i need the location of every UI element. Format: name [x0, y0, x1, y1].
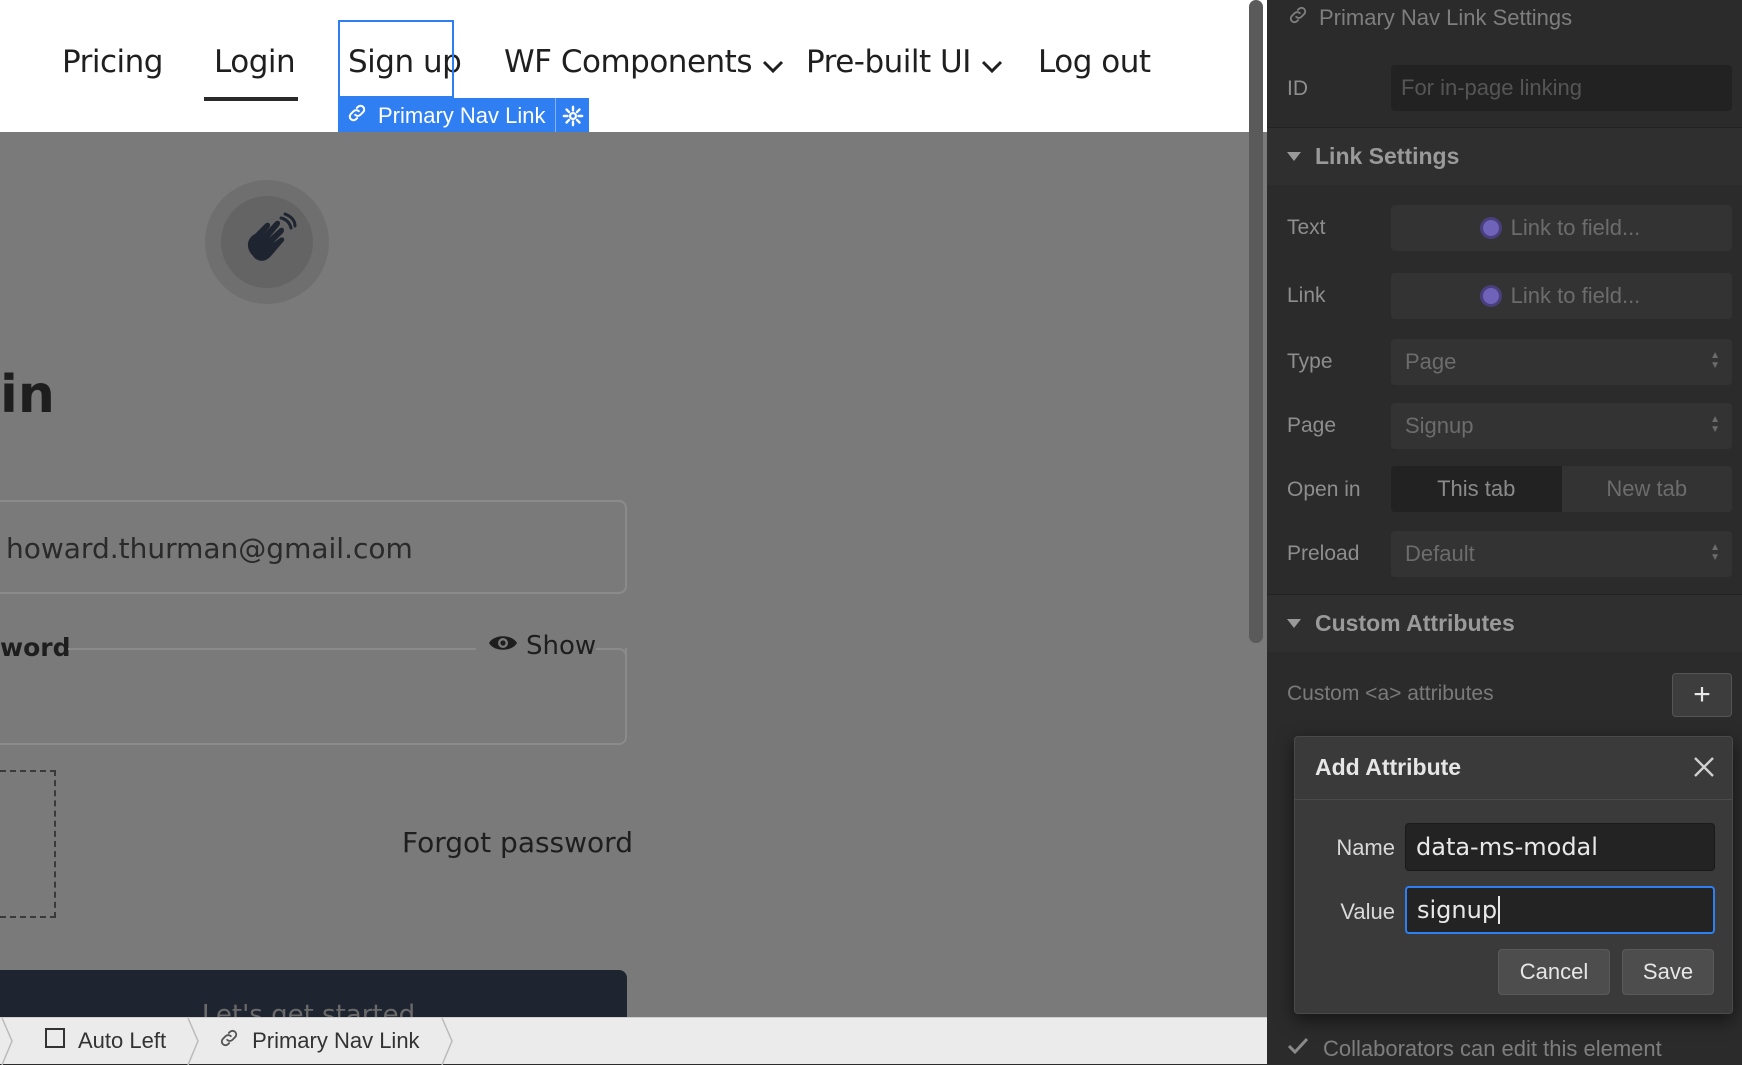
hand-wave-icon — [221, 196, 313, 288]
selection-tag-label-area[interactable]: Primary Nav Link — [338, 98, 555, 134]
breadcrumb-item-primary-nav-link[interactable]: Primary Nav Link — [200, 1018, 439, 1065]
selection-tag-label: Primary Nav Link — [378, 103, 546, 128]
breadcrumb-separator — [187, 1017, 199, 1065]
section-title: Custom Attributes — [1315, 610, 1515, 636]
type-select[interactable]: Page ▲ ▼ — [1391, 339, 1732, 385]
submit-button[interactable]: Let's get started — [0, 970, 627, 1017]
binding-dot-icon — [1482, 220, 1499, 236]
link-icon — [218, 1027, 240, 1055]
custom-attributes-label: Custom <a> attributes — [1287, 682, 1494, 705]
forgot-password-link[interactable]: Forgot password — [402, 826, 633, 859]
checkbox-icon — [44, 1027, 66, 1055]
link-to-field-label: Link to field... — [1510, 283, 1641, 308]
value-label: Value — [1340, 899, 1395, 924]
select-arrows-icon: ▲ ▼ — [1710, 542, 1720, 563]
nav-link-login[interactable]: Login — [214, 44, 296, 80]
open-in-new-tab[interactable]: New tab — [1561, 466, 1732, 512]
type-select-value: Page — [1405, 349, 1457, 374]
breadcrumb-label: Primary Nav Link — [252, 1028, 420, 1053]
id-label: ID — [1287, 77, 1308, 100]
breadcrumb-label: Auto Left — [78, 1028, 167, 1053]
nav-dropdown-label: WF Components — [504, 44, 752, 80]
attribute-value-text: signup — [1417, 896, 1498, 924]
open-in-label: Open in — [1287, 478, 1361, 501]
nav-link-pricing[interactable]: Pricing — [62, 44, 164, 80]
add-attribute-dialog: Add Attribute Name data-ms-modal Value s… — [1294, 736, 1733, 1014]
site-navbar: Pricing Login Sign up WF Components Pre-… — [0, 0, 1267, 134]
add-attribute-button[interactable]: + — [1672, 673, 1732, 717]
element-selection-tag[interactable]: Primary Nav Link — [338, 98, 590, 134]
select-arrows-icon: ▲ ▼ — [1710, 414, 1720, 435]
custom-attributes-section-header[interactable]: Custom Attributes — [1267, 594, 1742, 652]
plus-icon: + — [1693, 678, 1711, 711]
breadcrumb-separator — [440, 1017, 453, 1065]
text-label: Text — [1287, 216, 1326, 239]
chevron-down-icon — [981, 46, 1003, 82]
nav-dropdown-label: Pre-built UI — [806, 44, 971, 80]
nav-dropdown-wf-components[interactable]: WF Components — [504, 44, 784, 82]
canvas-scrollbar[interactable] — [1249, 0, 1263, 643]
nav-link-logout[interactable]: Log out — [1038, 44, 1151, 80]
password-field[interactable] — [0, 648, 627, 745]
dialog-divider — [1295, 799, 1732, 800]
link-label: Link — [1287, 284, 1326, 307]
link-to-field-label: Link to field... — [1510, 215, 1641, 240]
collapse-triangle-icon — [1287, 619, 1301, 628]
collaborators-label: Collaborators can edit this element — [1323, 1036, 1662, 1061]
breadcrumb: Auto Left Primary Nav Link — [0, 1017, 1267, 1065]
link-link-to-field-button[interactable]: Link to field... — [1391, 273, 1732, 319]
panel-title: Primary Nav Link Settings — [1319, 5, 1573, 30]
page-select[interactable]: Signup ▲ ▼ — [1391, 403, 1732, 449]
designer-canvas[interactable]: Pricing Login Sign up WF Components Pre-… — [0, 0, 1267, 1017]
link-icon — [1287, 4, 1309, 32]
attribute-value-input[interactable]: signup — [1405, 886, 1715, 934]
type-label: Type — [1287, 350, 1333, 373]
attribute-name-input[interactable]: data-ms-modal — [1405, 823, 1715, 871]
open-in-toggle: This tab New tab — [1391, 466, 1732, 512]
gear-icon[interactable] — [555, 98, 589, 134]
select-arrows-icon: ▲ ▼ — [1710, 350, 1720, 371]
open-in-this-tab[interactable]: This tab — [1391, 466, 1562, 512]
nav-dropdown-prebuilt-ui[interactable]: Pre-built UI — [806, 44, 1003, 82]
id-input[interactable]: For in-page linking — [1391, 65, 1732, 111]
password-field-corner — [596, 648, 627, 668]
collapse-triangle-icon — [1287, 152, 1301, 161]
close-icon[interactable] — [1690, 753, 1718, 781]
text-link-to-field-button[interactable]: Link to field... — [1391, 205, 1732, 251]
binding-dot-icon — [1482, 288, 1499, 304]
page-select-value: Signup — [1405, 413, 1474, 438]
name-label: Name — [1336, 835, 1395, 860]
email-field-value: howard.thurman@gmail.com — [6, 532, 413, 565]
preload-label: Preload — [1287, 542, 1360, 565]
text-caret — [1498, 896, 1501, 924]
panel-header: Primary Nav Link Settings — [1287, 4, 1572, 32]
preload-select[interactable]: Default ▲ ▼ — [1391, 531, 1732, 577]
link-settings-section-header[interactable]: Link Settings — [1267, 127, 1742, 185]
save-button[interactable]: Save — [1622, 949, 1714, 995]
link-icon — [346, 102, 368, 130]
page-label: Page — [1287, 414, 1337, 437]
section-title: Link Settings — [1315, 143, 1460, 169]
dialog-title: Add Attribute — [1315, 754, 1462, 780]
empty-element-placeholder[interactable] — [0, 770, 56, 918]
preload-select-value: Default — [1405, 541, 1475, 566]
breadcrumb-separator — [1, 1017, 13, 1065]
checkmark-icon — [1287, 1036, 1309, 1062]
collaborators-edit-row[interactable]: Collaborators can edit this element — [1287, 1036, 1662, 1062]
selected-element-outline — [338, 20, 454, 98]
nav-login-active-underline — [204, 97, 298, 101]
breadcrumb-item-auto-left[interactable]: Auto Left — [26, 1018, 186, 1065]
chevron-down-icon — [762, 46, 784, 82]
cancel-button[interactable]: Cancel — [1498, 949, 1610, 995]
page-heading: in — [0, 365, 55, 425]
